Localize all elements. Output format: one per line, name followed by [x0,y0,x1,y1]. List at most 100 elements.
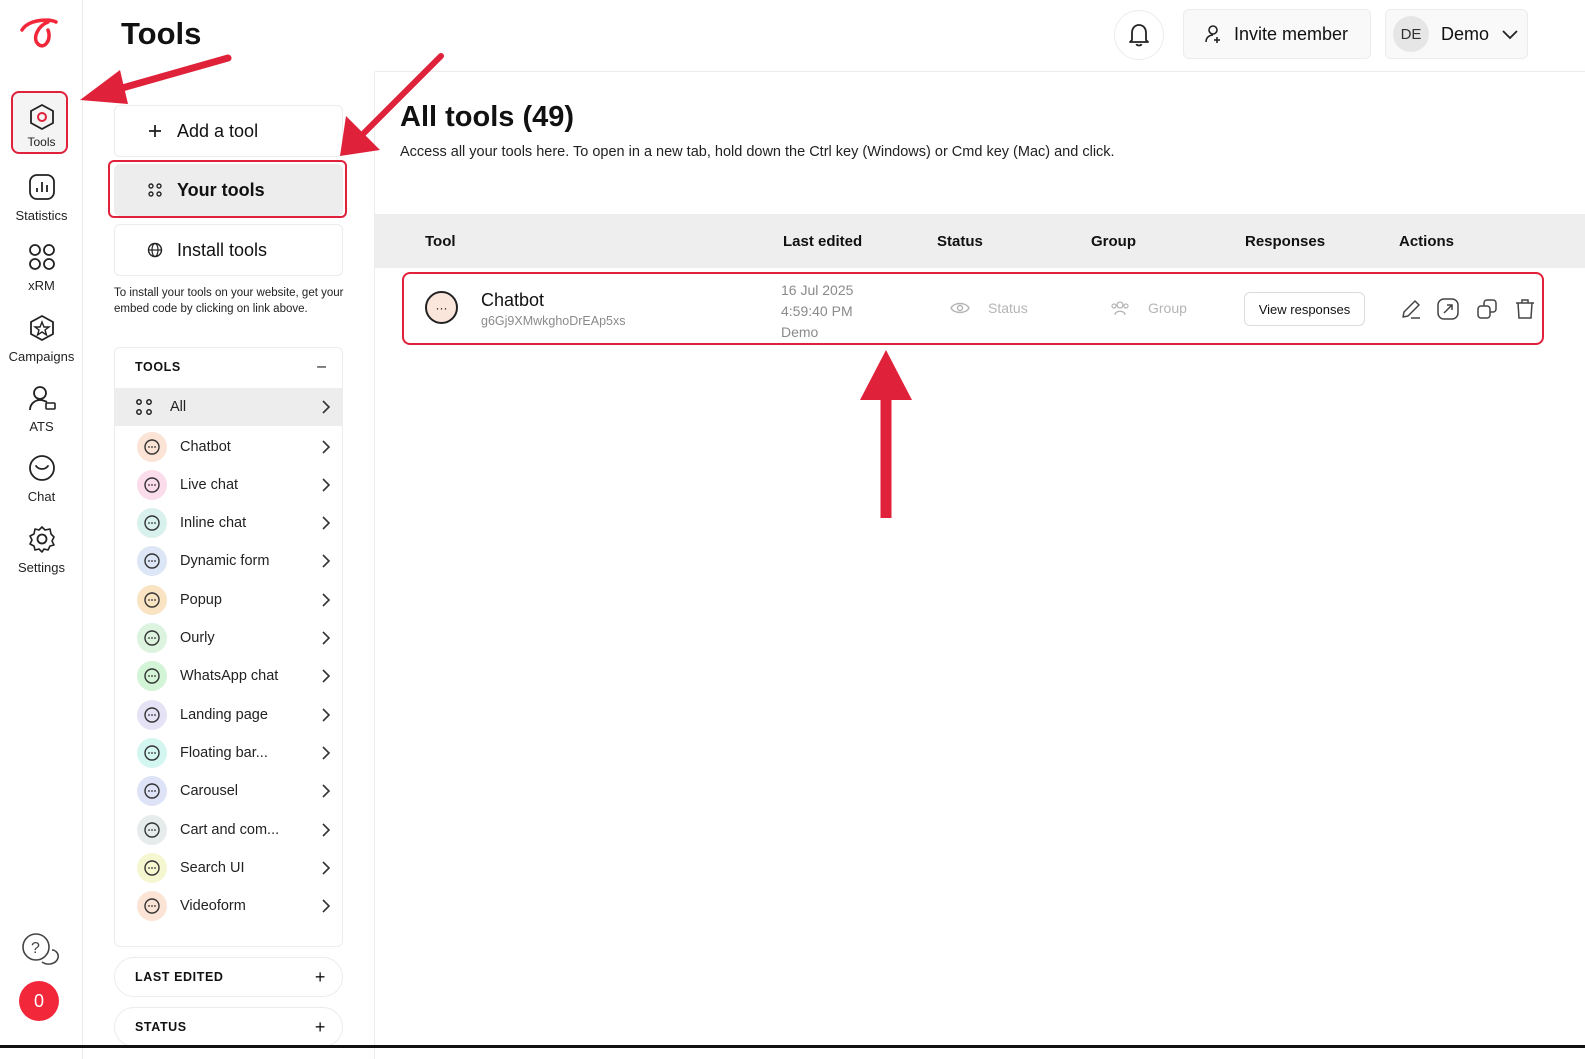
install-note: To install your tools on your website, g… [114,287,344,315]
chevron-right-icon [321,477,331,497]
notifications-button[interactable] [1114,10,1164,60]
your-tools-highlight [108,160,347,218]
tool-id: g6Gj9XMwkghoDrEAp5xs [481,314,626,328]
edited-by: Demo [781,324,819,340]
status-cell[interactable]: Status [950,300,1028,316]
collapse-button[interactable]: – [317,358,326,376]
tool-type-item[interactable]: Carousel [115,772,343,810]
rail-item-campaigns[interactable]: Campaigns [0,311,83,375]
filter-last-edited[interactable]: LAST EDITED + [114,957,343,997]
tool-type-item[interactable]: Inline chat [115,504,343,542]
edited-date: 16 Jul 2025 [781,282,854,298]
table-header: Tool Last edited Status Group Responses … [375,214,1585,268]
tool-type-item[interactable]: Floating bar... [115,734,343,772]
chevron-right-icon [321,745,331,765]
chevron-right-icon [321,439,331,459]
tool-type-item[interactable]: All [115,388,343,426]
view-responses-button[interactable]: View responses [1244,292,1365,326]
bottom-edge [0,1045,1585,1048]
col-last-edited[interactable]: Last edited [783,233,862,250]
invite-member-button[interactable]: Invite member [1183,9,1371,59]
rail-item-xrm[interactable]: xRM [0,240,83,304]
duplicate-icon[interactable] [1475,297,1499,321]
page-title: Tools [121,16,202,51]
add-tool-label: Add a tool [177,120,259,141]
tool-type-item[interactable]: Landing page [115,696,343,734]
col-responses[interactable]: Responses [1245,233,1325,250]
chat-icon [25,451,59,485]
last-edited-cell: 16 Jul 2025 4:59:40 PM Demo [781,280,853,343]
tool-type-label: Carousel [180,783,239,799]
rail-item-chat[interactable]: Chat [0,451,83,515]
rail-item-tools[interactable]: Tools [0,100,83,164]
rail-label: Chat [27,489,56,504]
tools-hex-icon [25,100,59,134]
ats-user-icon [25,381,59,415]
group-cell[interactable]: Group [1110,300,1187,316]
rail-item-settings[interactable]: Settings [0,522,83,586]
rail-label: xRM [28,278,55,293]
user-menu-button[interactable]: DE Demo [1385,9,1528,59]
open-external-icon[interactable] [1436,297,1460,321]
add-user-icon [1205,25,1220,43]
landing-page-icon [137,700,167,730]
dynamic-form-icon [137,546,167,576]
tool-name[interactable]: Chatbot [481,290,544,311]
plus-icon [149,125,161,137]
chevron-right-icon [321,668,331,688]
brand-logo-icon[interactable] [18,16,62,52]
install-tools-button[interactable]: Install tools [114,224,343,276]
rail-item-ats[interactable]: ATS [0,381,83,445]
tool-type-item[interactable]: Dynamic form [115,542,343,580]
carousel-icon [137,776,167,806]
tool-type-label: Ourly [180,630,215,646]
invite-member-label: Invite member [1234,23,1349,44]
chevron-right-icon [321,860,331,880]
rail-item-statistics[interactable]: Statistics [0,170,83,234]
tool-type-label: Live chat [180,477,239,493]
tool-type-label: Chatbot [180,439,231,455]
popup-icon [137,585,167,615]
chevron-right-icon [321,783,331,803]
expand-plus-icon: + [314,966,326,987]
add-tool-button[interactable]: Add a tool [114,105,343,157]
delete-trash-icon[interactable] [1513,297,1537,321]
chevron-right-icon [321,707,331,727]
chevron-right-icon [321,630,331,650]
statistics-icon [25,170,59,204]
edit-pencil-icon[interactable] [1399,297,1423,321]
tool-type-item[interactable]: Videoform [115,887,343,925]
tool-type-item[interactable]: Live chat [115,466,343,504]
chatbot-avatar-icon: ··· [425,291,458,324]
search-ui-icon [137,853,167,883]
tool-type-item[interactable]: Cart and com... [115,811,343,849]
floating-bar-icon [137,738,167,768]
tool-type-label: All [170,399,187,415]
user-name: Demo [1441,23,1490,44]
tools-filter-panel: TOOLS – All Chatbot Live chat Inline chat Dy… [114,347,343,947]
tool-type-item[interactable]: WhatsApp chat [115,657,343,695]
tool-type-label: Popup [180,592,222,608]
filter-label: STATUS [135,1020,187,1034]
main-title: All tools (49) [400,101,575,133]
tool-type-label: Inline chat [180,515,247,531]
tool-type-item[interactable]: Chatbot [115,428,343,466]
cart-icon [137,815,167,845]
col-group[interactable]: Group [1091,233,1136,250]
eye-icon [950,302,970,314]
group-users-icon [1111,301,1129,316]
tool-type-item[interactable]: Ourly [115,619,343,657]
tool-type-item[interactable]: Search UI [115,849,343,887]
col-status[interactable]: Status [937,233,983,250]
chevron-right-icon [321,399,331,419]
install-tools-label: Install tools [177,239,268,260]
notification-count-badge[interactable]: 0 [19,981,59,1021]
col-tool[interactable]: Tool [425,233,456,250]
videoform-icon [137,891,167,921]
bell-icon [1129,24,1149,47]
tool-type-label: Videoform [180,898,246,914]
filter-status[interactable]: STATUS + [114,1007,343,1047]
tool-type-item[interactable]: Popup [115,581,343,619]
help-chat-icon[interactable]: ? [20,932,60,970]
expand-plus-icon: + [314,1016,326,1037]
